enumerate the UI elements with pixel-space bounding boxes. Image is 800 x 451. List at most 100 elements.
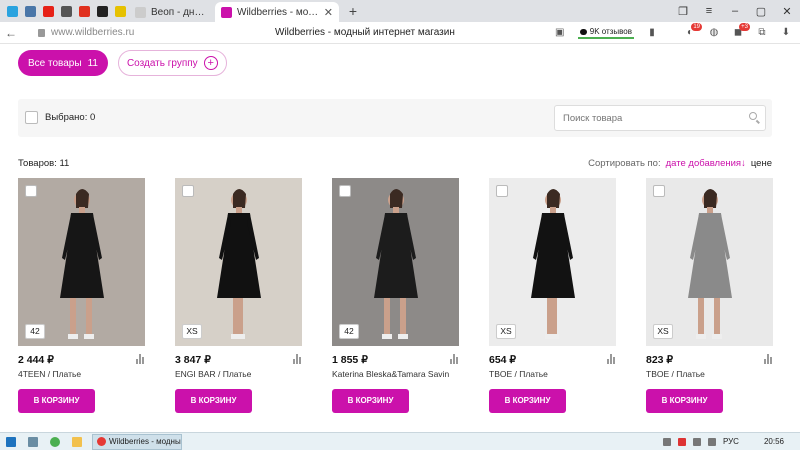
- yandex-icon[interactable]: [58, 0, 75, 22]
- price-history-icon[interactable]: [764, 354, 773, 364]
- search-icon[interactable]: [749, 112, 757, 120]
- product-photo[interactable]: XS: [489, 178, 616, 346]
- price-history-icon[interactable]: [293, 354, 302, 364]
- show-desktop-icon[interactable]: [22, 433, 44, 451]
- page-title: Wildberries - модный интернет магазин: [275, 27, 455, 38]
- telegram-icon[interactable]: [4, 0, 21, 22]
- url-text: www.wildberries.ru: [51, 27, 135, 38]
- sort-by-price[interactable]: цене: [751, 158, 772, 169]
- product-checkbox[interactable]: [339, 185, 351, 197]
- favicon-icon: [135, 6, 146, 18]
- price-history-icon[interactable]: [450, 354, 459, 364]
- new-tab-button[interactable]: +: [343, 1, 363, 21]
- all-items-chip[interactable]: Все товары 11: [18, 50, 108, 76]
- clock[interactable]: 20:56: [764, 437, 784, 446]
- extension-icon[interactable]: ◼ +3: [732, 22, 750, 39]
- product-photo[interactable]: XS: [646, 178, 773, 346]
- product-price: 823 ₽: [646, 354, 674, 366]
- product-brand[interactable]: TBOE / Платье: [489, 369, 616, 379]
- notion-icon[interactable]: [94, 0, 111, 22]
- bookmark-icon[interactable]: ▮: [646, 27, 658, 39]
- sort-by-date-label: дате добавления: [665, 158, 742, 169]
- close-tab-icon[interactable]: ✕: [324, 6, 333, 19]
- reviews-label: 9K отзывов: [589, 27, 632, 36]
- add-to-cart-button[interactable]: В КОРЗИНУ: [175, 389, 252, 413]
- taskbar-app-yandex[interactable]: Wildberries - модны...: [92, 433, 182, 450]
- address-bar-tools: ▣ 9K отзывов ▮ ◐ 19 ◍ ◼ +3 ⧉ ⬇: [554, 22, 800, 39]
- sort-prefix: Сортировать по:: [588, 158, 661, 169]
- product-checkbox[interactable]: [182, 185, 194, 197]
- explorer-icon[interactable]: [66, 433, 88, 451]
- youtube-icon[interactable]: [40, 0, 57, 22]
- create-group-button[interactable]: Создать группу +: [117, 50, 227, 76]
- share-icon[interactable]: ⧉: [756, 27, 768, 39]
- back-icon[interactable]: ←: [0, 26, 22, 40]
- select-all-checkbox[interactable]: [25, 111, 38, 124]
- add-to-cart-button[interactable]: В КОРЗИНУ: [18, 389, 95, 413]
- group-chips: Все товары 11 Создать группу +: [18, 50, 227, 76]
- network-icon[interactable]: [662, 437, 671, 446]
- notification-badge: 19: [691, 22, 702, 31]
- sort-by-date[interactable]: дате добавления↓: [666, 158, 746, 169]
- tab-wildberries[interactable]: Wildberries - модный и ✕: [215, 2, 339, 22]
- chat-bubble-icon: [579, 28, 587, 35]
- size-badge: XS: [496, 324, 516, 339]
- size-badge: 42: [25, 324, 45, 339]
- product-checkbox[interactable]: [653, 185, 665, 197]
- add-to-cart-button[interactable]: В КОРЗИНУ: [646, 389, 723, 413]
- reviews-button[interactable]: 9K отзывов: [577, 26, 634, 39]
- battery-icon[interactable]: [692, 437, 701, 446]
- search-input[interactable]: [554, 105, 766, 131]
- product-checkbox[interactable]: [25, 185, 37, 197]
- url-field[interactable]: www.wildberries.ru: [38, 27, 134, 38]
- address-bar: ← www.wildberries.ru Wildberries - модны…: [0, 22, 800, 44]
- product-brand[interactable]: ENGI BAR / Платье: [175, 369, 302, 379]
- dress-model-image: [175, 178, 302, 346]
- product-photo[interactable]: XS: [175, 178, 302, 346]
- bookmarks-icon[interactable]: ❐: [670, 5, 696, 18]
- price-history-icon[interactable]: [136, 354, 145, 364]
- price-history-icon[interactable]: [607, 354, 616, 364]
- flag-icon[interactable]: [677, 437, 686, 446]
- tab-title: Wildberries - модный и: [237, 6, 320, 18]
- language-indicator[interactable]: РУС: [723, 437, 739, 446]
- add-to-cart-button[interactable]: В КОРЗИНУ: [332, 389, 409, 413]
- acrobat-icon[interactable]: [76, 0, 93, 22]
- all-items-count: 11: [87, 57, 98, 69]
- selected-count: Выбрано: 0: [45, 112, 96, 123]
- product-photo[interactable]: 42: [332, 178, 459, 346]
- product-price: 3 847 ₽: [175, 354, 211, 366]
- protect-icon[interactable]: ▣: [554, 27, 566, 39]
- volume-icon[interactable]: [707, 437, 716, 446]
- size-badge: XS: [653, 324, 673, 339]
- product-brand[interactable]: Katerina Bleska&Tamara Savin: [332, 369, 459, 379]
- maximize-icon[interactable]: ▢: [748, 5, 774, 18]
- selection-bar: Выбрано: 0: [18, 99, 772, 137]
- product-brand[interactable]: TBOE / Платье: [646, 369, 773, 379]
- product-checkbox[interactable]: [496, 185, 508, 197]
- product-price: 2 444 ₽: [18, 354, 54, 366]
- size-badge: 42: [339, 324, 359, 339]
- minimize-icon[interactable]: –: [722, 5, 748, 17]
- close-window-icon[interactable]: ✕: [774, 5, 800, 18]
- ukraine-icon[interactable]: [112, 0, 129, 22]
- wildberries-favicon-icon: [221, 6, 232, 18]
- menu-icon[interactable]: ≡: [696, 5, 722, 17]
- vk-icon[interactable]: [22, 0, 39, 22]
- product-photo[interactable]: 42: [18, 178, 145, 346]
- dress-model-image: [332, 178, 459, 346]
- pinned-tabs: [0, 0, 129, 22]
- product-brand[interactable]: 4TEEN / Платье: [18, 369, 145, 379]
- tab-beon[interactable]: Веоп - дневники: [129, 2, 215, 22]
- start-icon[interactable]: [0, 433, 22, 451]
- download-arrow-icon[interactable]: ⬇: [780, 27, 792, 39]
- system-tray: РУС 20:56: [662, 437, 800, 446]
- dress-model-image: [489, 178, 616, 346]
- globe-icon[interactable]: ◍: [708, 27, 720, 39]
- add-to-cart-button[interactable]: В КОРЗИНУ: [489, 389, 566, 413]
- product-price: 1 855 ₽: [332, 354, 368, 366]
- create-group-label: Создать группу: [126, 57, 198, 69]
- download-icon[interactable]: ◐ 19: [684, 22, 702, 39]
- extension-badge: +3: [739, 22, 750, 31]
- chrome-icon[interactable]: [44, 433, 66, 451]
